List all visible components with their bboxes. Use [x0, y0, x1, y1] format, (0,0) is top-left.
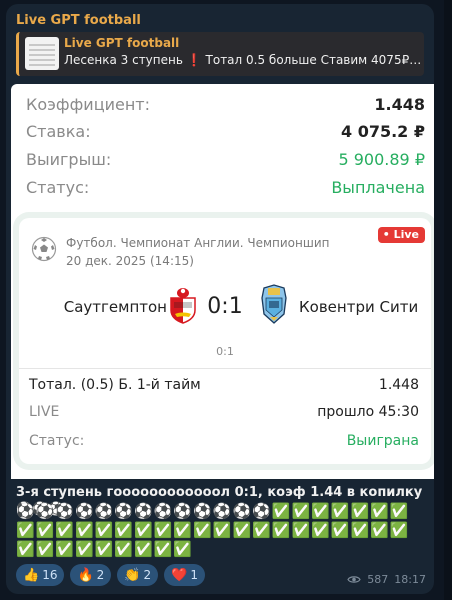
- message-time: 18:17: [394, 573, 426, 586]
- divider: [19, 368, 431, 369]
- live-row: LIVE прошло 45:30: [29, 402, 419, 422]
- stake-label: Ставка:: [26, 121, 91, 141]
- stake-row: Ставка: 4 075.2 ₽: [26, 119, 425, 143]
- heart-icon: ❤️: [171, 567, 188, 583]
- coef-row: Коэффициент: 1.448: [26, 92, 425, 116]
- market-value: 1.448: [378, 377, 419, 393]
- match-status-value: Выиграна: [346, 433, 419, 449]
- message-bubble: Live GPT football Live GPT football Лесе…: [6, 4, 434, 594]
- coef-label: Коэффициент:: [26, 94, 150, 114]
- reaction-fire[interactable]: 🔥 2: [70, 564, 112, 586]
- emoji-line: ✅✅✅✅✅✅✅✅✅✅✅✅✅✅✅✅✅✅✅✅: [16, 521, 410, 539]
- thumbs-up-icon: 👍: [23, 567, 40, 583]
- win-label: Выигрыш:: [26, 149, 112, 169]
- match-status-label: Статус:: [29, 433, 85, 449]
- reply-preview[interactable]: Live GPT football Лесенка 3 ступень ❗ То…: [16, 32, 424, 76]
- stake-value: 4 075.2 ₽: [340, 121, 425, 141]
- win-value: 5 900.89 ₽: [338, 149, 425, 169]
- score-subline: 0:1: [216, 345, 234, 358]
- reaction-count: 2: [96, 568, 105, 582]
- clap-icon: 👏: [124, 567, 141, 583]
- coef-value: 1.448: [374, 94, 425, 114]
- reply-text: Лесенка 3 ступень ❗ Тотал 0.5 больше Ста…: [64, 53, 422, 67]
- market-row: Тотал. (0.5) Б. 1-й тайм 1.448: [29, 375, 419, 395]
- reaction-count: 2: [143, 568, 152, 582]
- emoji-line: ✅✅✅✅✅✅✅✅✅: [16, 540, 194, 558]
- reaction-heart[interactable]: ❤️ 1: [164, 564, 205, 586]
- emoji-rows: ⚽⚽⚽⚽⚽⚽⚽⚽⚽⚽⚽⚽⚽✅✅✅✅✅✅✅ ✅✅✅✅✅✅✅✅✅✅✅✅✅✅✅✅✅✅✅…: [16, 502, 428, 559]
- bet-card[interactable]: Коэффициент: 1.448 Ставка: 4 075.2 ₽ Выи…: [11, 84, 434, 479]
- market-label: Тотал. (0.5) Б. 1-й тайм: [29, 377, 201, 393]
- status-row: Статус: Выплачена: [26, 175, 425, 199]
- match-card[interactable]: Футбол. Чемпионат Англии. Чемпионшип 20 …: [19, 218, 431, 464]
- reply-text-part: Тотал 0.5 больше Ставим 4075₽ ...: [201, 53, 422, 67]
- reaction-thumbs-up[interactable]: 👍 16: [16, 564, 65, 586]
- warning-icon: ❗: [186, 53, 202, 67]
- live-label: LIVE: [29, 404, 60, 420]
- eye-icon: [347, 576, 361, 583]
- live-badge: • Live: [377, 227, 425, 243]
- channel-name[interactable]: Live GPT football: [16, 13, 141, 28]
- emoji-line: ⚽⚽⚽⚽⚽⚽⚽⚽⚽⚽⚽⚽⚽✅✅✅✅✅✅✅: [16, 502, 410, 520]
- match-score: 0:1: [207, 294, 243, 319]
- scrollbar[interactable]: [444, 0, 452, 600]
- reply-thumbnail: [25, 37, 59, 70]
- message-meta: 587 18:17: [347, 573, 426, 586]
- live-time: прошло 45:30: [317, 404, 419, 420]
- southampton-crest-icon: [170, 288, 196, 324]
- reaction-clap[interactable]: 👏 2: [117, 564, 159, 586]
- coventry-crest-icon: [261, 284, 287, 324]
- match-date: 20 дек. 2025 (14:15): [66, 254, 194, 268]
- home-team: Саутгемптон: [63, 298, 167, 316]
- view-count: 587: [367, 573, 389, 586]
- reply-text-part: Лесенка 3 ступень: [64, 53, 187, 67]
- reaction-count: 16: [42, 568, 58, 582]
- reply-title: Live GPT football: [64, 36, 180, 50]
- status-value: Выплачена: [331, 177, 425, 197]
- reaction-count: 1: [190, 568, 198, 582]
- status-label: Статус:: [26, 177, 90, 197]
- league-name: Футбол. Чемпионат Англии. Чемпионшип: [66, 236, 330, 250]
- match-status-row: Статус: Выиграна: [29, 431, 419, 451]
- soccer-ball-icon: [31, 236, 57, 262]
- reactions-bar: 👍 16 🔥 2 👏 2 ❤️ 1: [16, 564, 205, 586]
- away-team: Ковентри Сити: [299, 298, 419, 316]
- win-row: Выигрыш: 5 900.89 ₽: [26, 147, 425, 171]
- fire-icon: 🔥: [77, 567, 94, 583]
